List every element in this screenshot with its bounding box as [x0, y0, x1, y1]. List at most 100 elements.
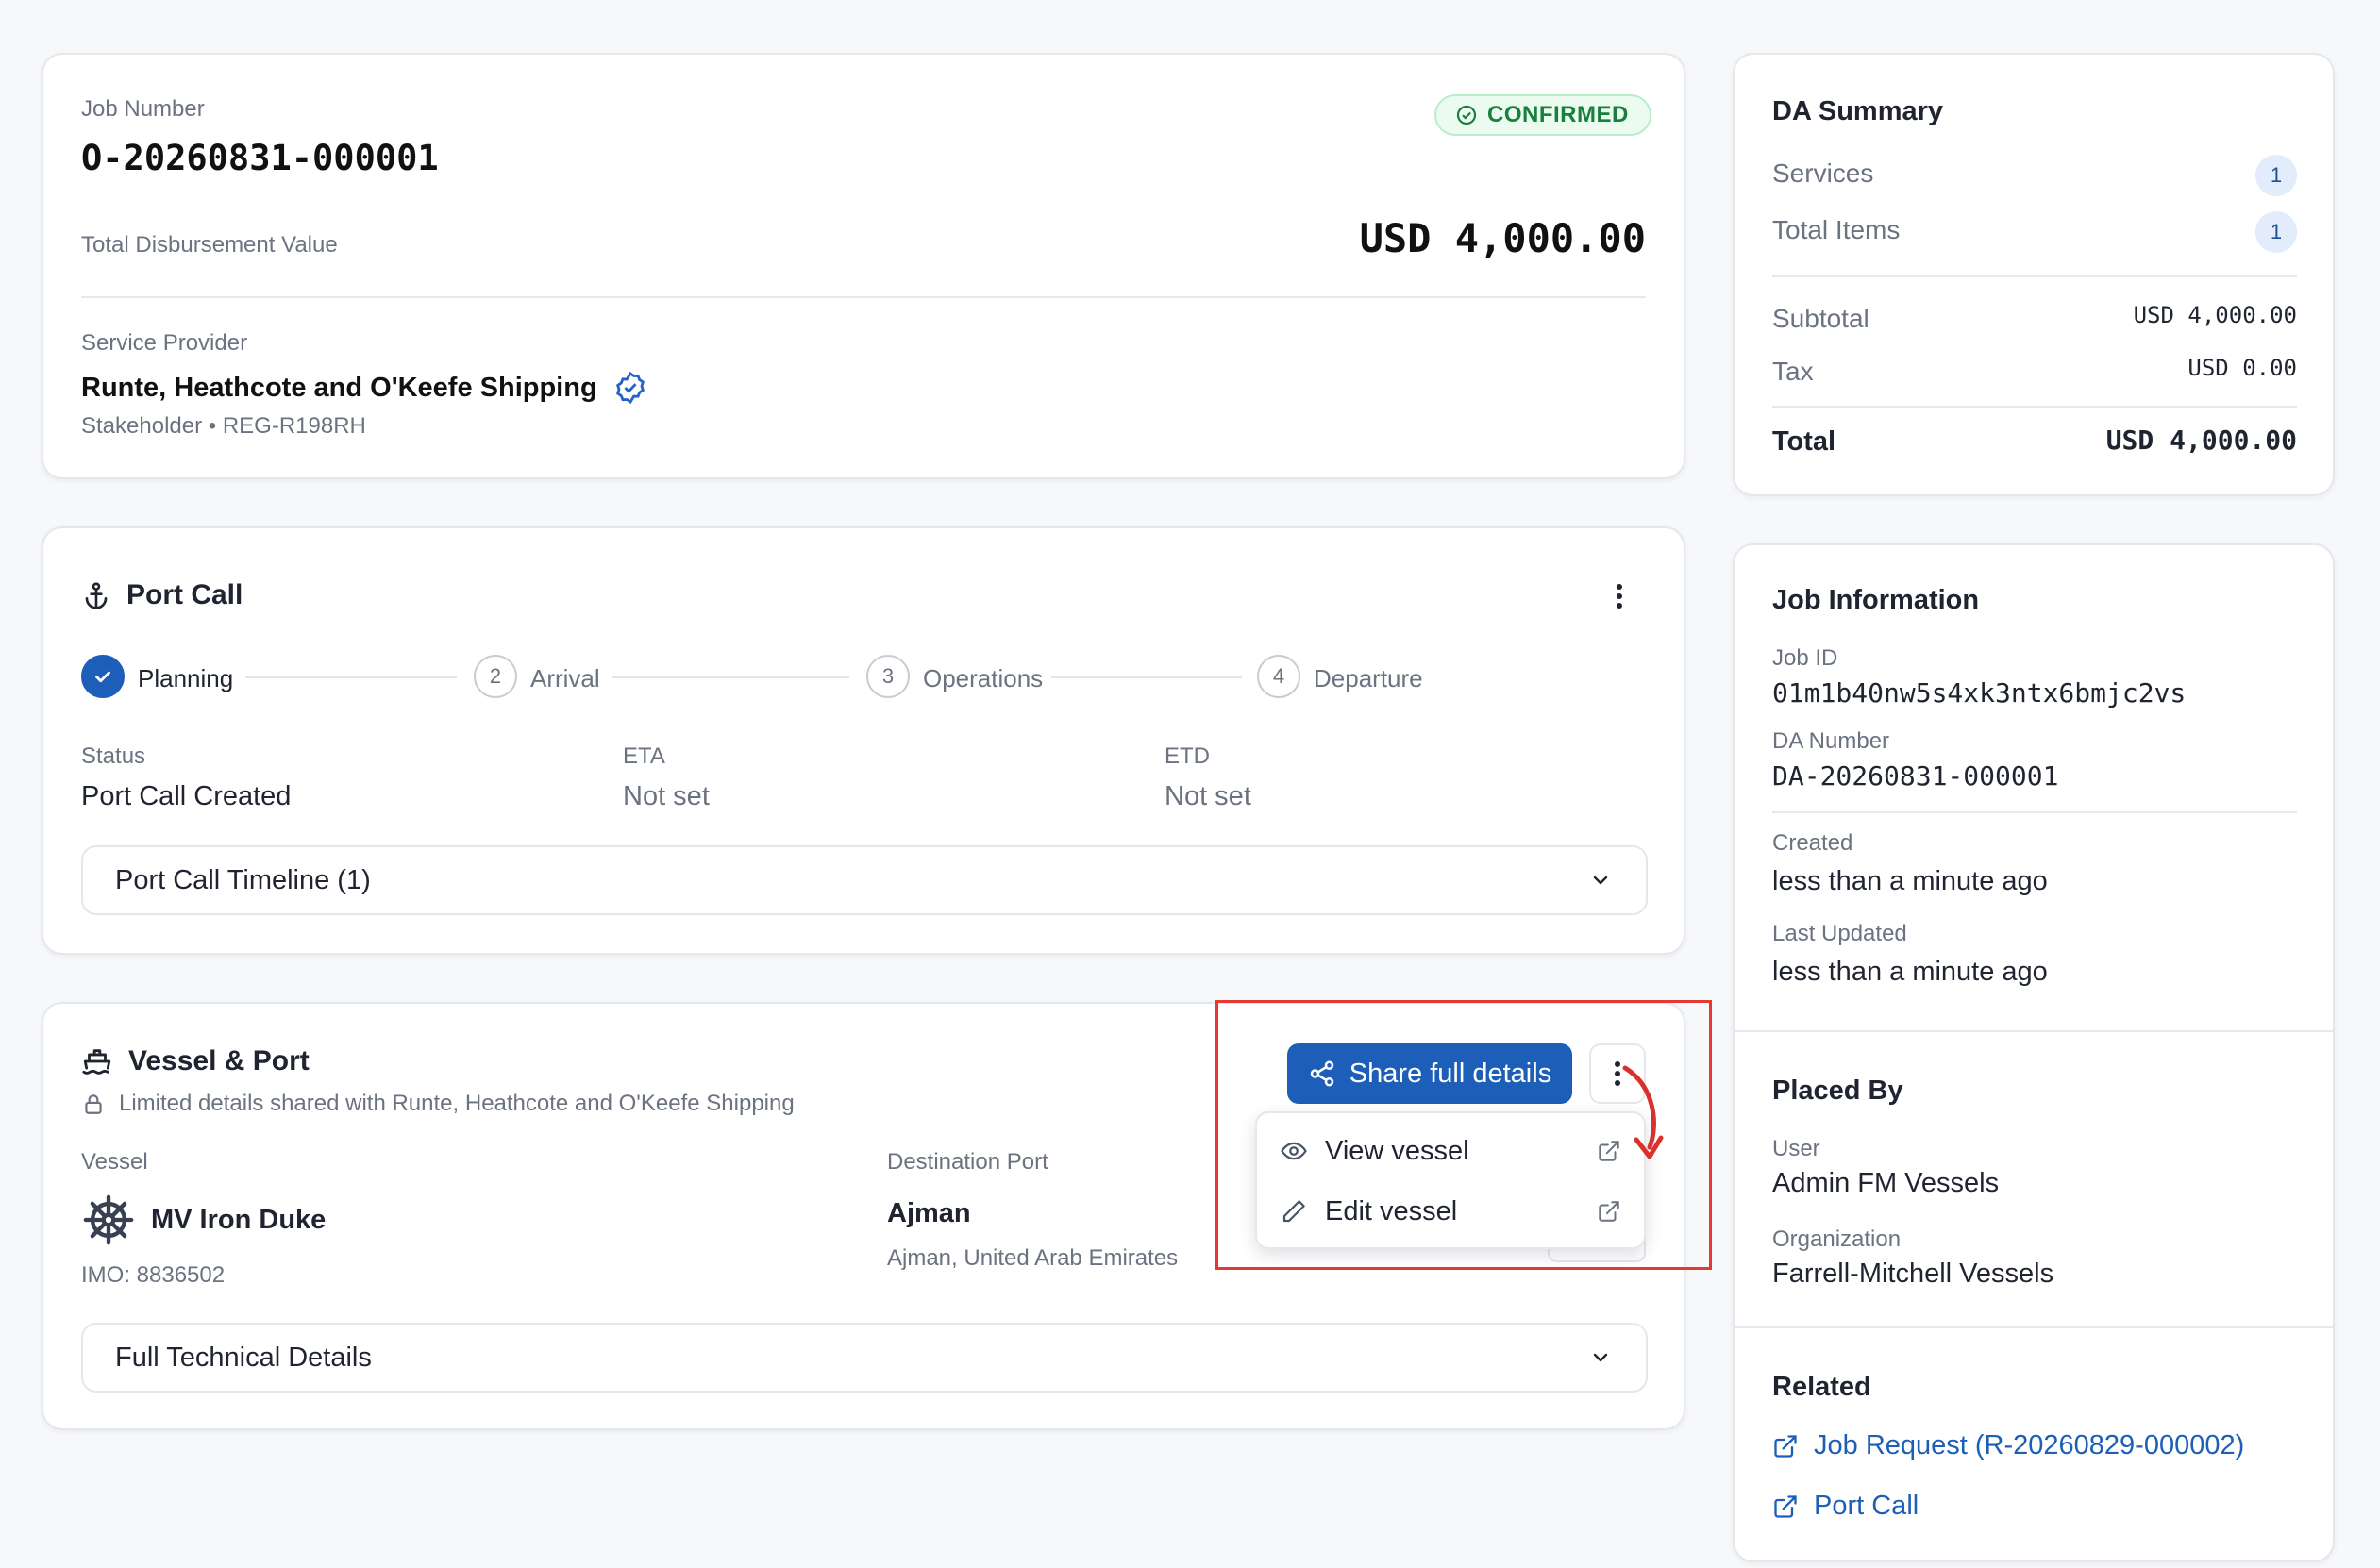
anchor-icon [85, 582, 108, 609]
services-count-badge: 1 [2255, 155, 2297, 196]
created-value: less than a minute ago [1772, 866, 2048, 896]
verified-badge-icon [615, 371, 645, 405]
related-link-label: Job Request (R-20260829-000002) [1814, 1430, 2245, 1460]
total-items-count-badge: 1 [2255, 211, 2297, 253]
last-updated-value: less than a minute ago [1772, 957, 2048, 987]
tax-label: Tax [1772, 357, 1814, 386]
subtotal-value: USD 4,000.00 [2133, 302, 2297, 328]
divider [1772, 406, 2297, 408]
share-button-label: Share full details [1349, 1058, 1552, 1089]
organization-label: Organization [1772, 1226, 1902, 1252]
related-link-port-call[interactable]: Port Call [1772, 1491, 1919, 1522]
accordion-label: Full Technical Details [115, 1342, 372, 1373]
status-badge-label: CONFIRMED [1487, 102, 1629, 127]
destination-location: Ajman, United Arab Emirates [887, 1245, 1179, 1271]
created-label: Created [1772, 830, 1853, 856]
job-summary-card: Job Number O-20260831-000001 CONFIRMED T… [42, 53, 1685, 479]
check-circle-icon [1456, 105, 1477, 125]
last-updated-label: Last Updated [1772, 921, 1907, 946]
chevron-down-icon [1593, 1353, 1608, 1362]
share-full-details-button[interactable]: Share full details [1287, 1043, 1572, 1104]
step-label-operations: Operations [923, 664, 1044, 692]
related-link-label: Port Call [1814, 1491, 1919, 1521]
pencil-icon [1282, 1200, 1305, 1223]
service-provider-label: Service Provider [81, 330, 248, 356]
services-label: Services [1772, 158, 1874, 188]
job-information-title: Job Information [1772, 585, 1980, 615]
section-divider [1735, 1030, 2333, 1032]
step-label-arrival: Arrival [530, 664, 600, 692]
ship-wheel-icon [83, 1194, 134, 1245]
external-link-icon [1599, 1201, 1619, 1222]
step-number: 4 [1272, 664, 1285, 688]
step-operations: 3 [866, 655, 910, 698]
external-link-icon [1774, 1434, 1797, 1458]
total-items-label: Total Items [1772, 215, 1901, 244]
check-icon [95, 671, 110, 683]
placed-by-title: Placed By [1772, 1076, 1903, 1106]
more-vertical-icon [1617, 584, 1622, 609]
step-connector [612, 676, 849, 678]
da-summary-card: DA Summary Services 1 Total Items 1 Subt… [1733, 53, 2335, 496]
job-id-label: Job ID [1772, 645, 1838, 671]
port-call-more-button[interactable] [1601, 577, 1638, 615]
shared-note: Limited details shared with Runte, Heath… [119, 1091, 795, 1116]
divider [1772, 811, 2297, 813]
port-call-title: Port Call [126, 579, 243, 610]
total-label: Total [1772, 426, 1836, 457]
step-number: 2 [489, 664, 502, 688]
da-number-value: DA-20260831-000001 [1772, 760, 2059, 792]
port-call-card: Port Call Planning 2 Arrival 3 Operation… [42, 526, 1685, 955]
ship-icon [82, 1049, 111, 1075]
total-value: USD 4,000.00 [2105, 425, 2297, 456]
job-information-card: Job Information Job ID 01m1b40nw5s4xk3nt… [1733, 543, 2335, 1562]
menu-item-label: Edit vessel [1325, 1195, 1458, 1226]
lock-icon [85, 1094, 102, 1114]
status-label: Status [81, 743, 146, 769]
share-icon [1310, 1060, 1334, 1087]
section-divider [1735, 1326, 2333, 1328]
etd-label: ETD [1165, 743, 1210, 769]
vessel-name: MV Iron Duke [151, 1204, 327, 1235]
divider [81, 296, 1646, 298]
total-disbursement-value: USD 4,000.00 [1359, 215, 1646, 261]
subtotal-label: Subtotal [1772, 304, 1869, 333]
user-label: User [1772, 1136, 1820, 1161]
step-label-departure: Departure [1314, 664, 1423, 692]
tax-value: USD 0.00 [2187, 355, 2297, 381]
vessel-imo: IMO: 8836502 [81, 1262, 226, 1288]
provider-meta: Stakeholder • REG-R198RH [81, 413, 366, 439]
job-id-value: 01m1b40nw5s4xk3ntx6bmjc2vs [1772, 677, 2187, 709]
step-label-planning: Planning [138, 664, 234, 692]
chevron-down-icon [1593, 876, 1608, 885]
destination-port-label: Destination Port [887, 1149, 1048, 1175]
step-departure: 4 [1257, 655, 1300, 698]
eta-label: ETA [623, 743, 665, 769]
full-technical-details-accordion[interactable]: Full Technical Details [81, 1323, 1648, 1393]
external-link-icon [1774, 1494, 1797, 1518]
status-badge: CONFIRMED [1434, 94, 1651, 136]
menu-item-view-vessel[interactable]: View vessel [1257, 1121, 1644, 1181]
da-number-label: DA Number [1772, 728, 1890, 754]
related-title: Related [1772, 1372, 1871, 1402]
accordion-label: Port Call Timeline (1) [115, 864, 371, 895]
annotation-arrow-icon [1622, 1065, 1664, 1159]
step-planning-done [81, 655, 125, 698]
step-number: 3 [881, 664, 895, 688]
vessel-port-title: Vessel & Port [128, 1045, 310, 1076]
step-arrival: 2 [474, 655, 517, 698]
eye-icon [1281, 1142, 1307, 1160]
da-summary-title: DA Summary [1772, 96, 1944, 126]
etd-value: Not set [1165, 781, 1251, 811]
step-connector [245, 676, 457, 678]
organization-value: Farrell-Mitchell Vessels [1772, 1259, 2054, 1289]
vessel-label: Vessel [81, 1149, 148, 1175]
port-call-timeline-accordion[interactable]: Port Call Timeline (1) [81, 845, 1648, 915]
step-connector [1051, 676, 1242, 678]
service-provider-name: Runte, Heathcote and O'Keefe Shipping [81, 372, 597, 403]
menu-item-edit-vessel[interactable]: Edit vessel [1257, 1181, 1644, 1242]
divider [1772, 275, 2297, 277]
related-link-job-request[interactable]: Job Request (R-20260829-000002) [1772, 1430, 2244, 1461]
vessel-actions-menu: View vessel Edit vessel [1255, 1111, 1646, 1249]
menu-item-label: View vessel [1325, 1135, 1469, 1166]
